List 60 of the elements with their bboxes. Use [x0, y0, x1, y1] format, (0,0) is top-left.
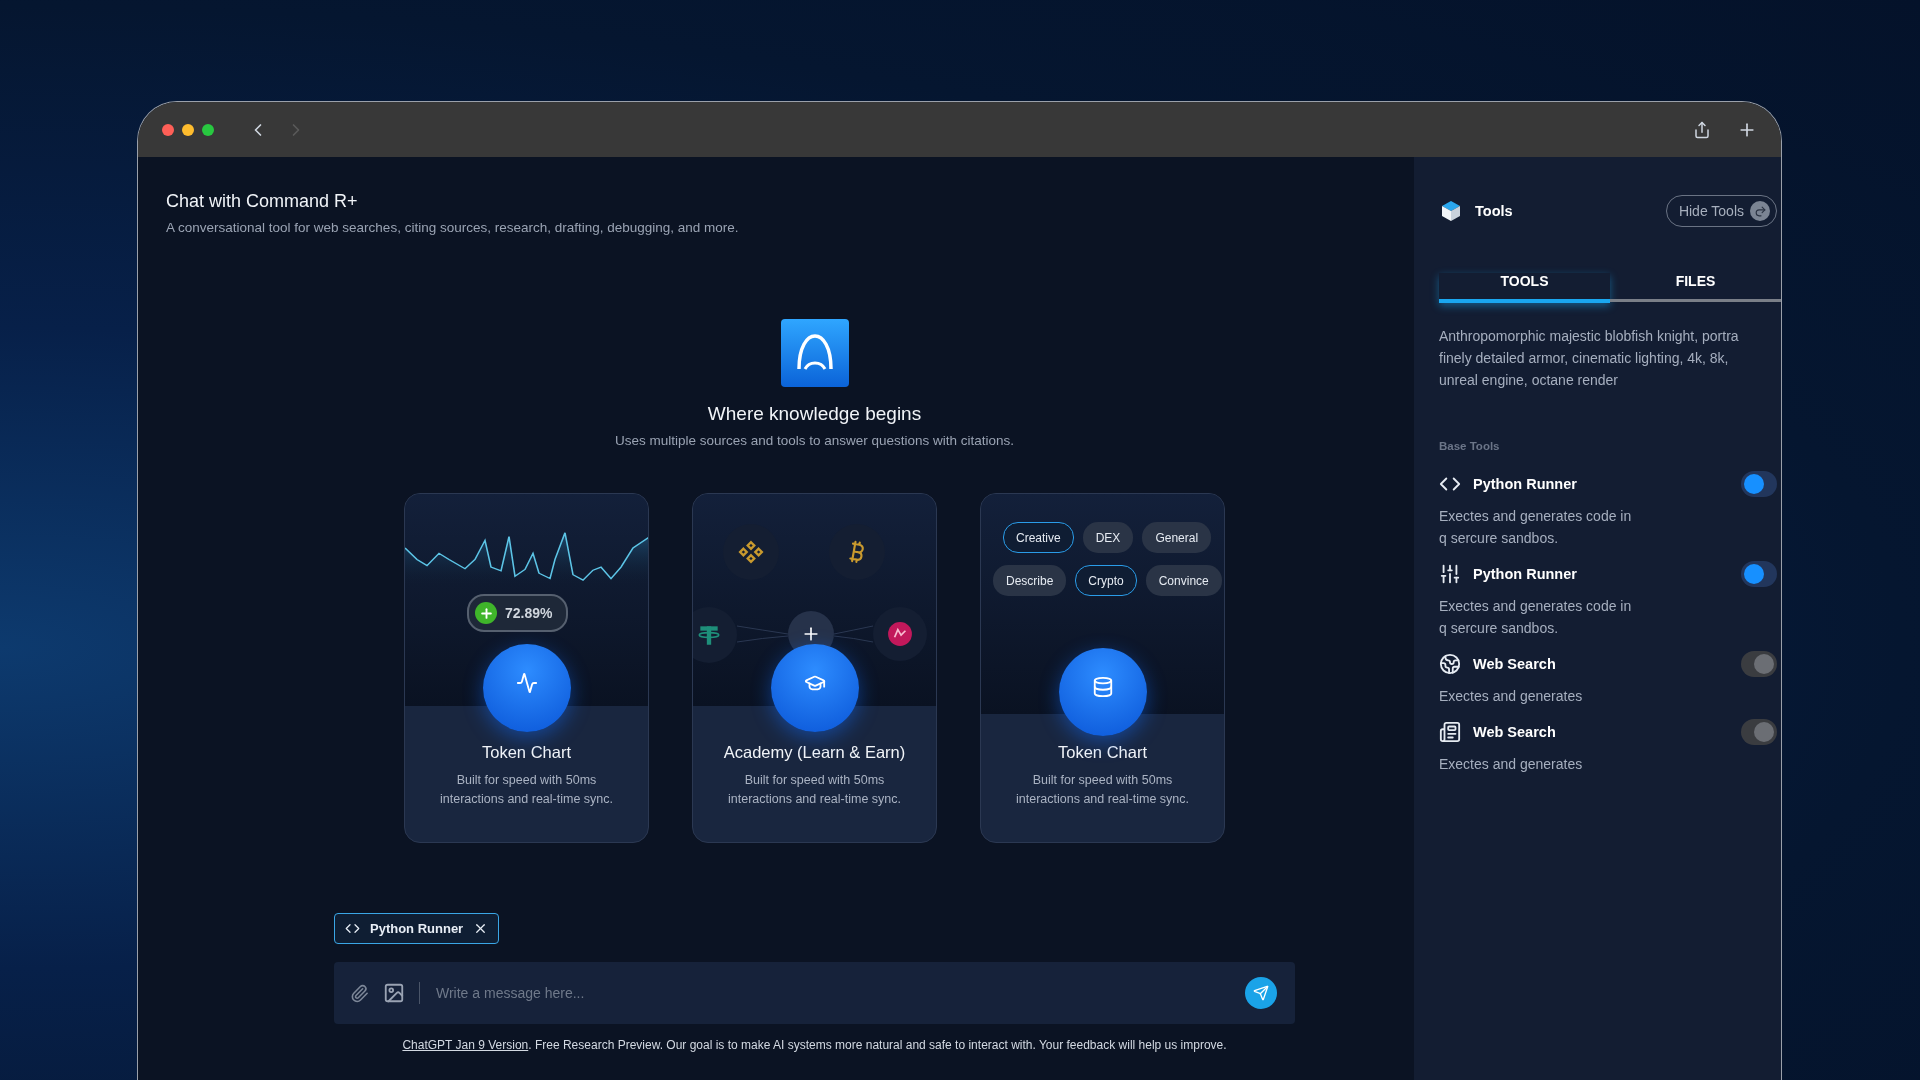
feature-card[interactable]: Creative DEX General Describe Crypto Convince Token Chart Built for speed with 50ms interactions and real-time sync. — [980, 493, 1225, 843]
tag-chip[interactable]: Creative — [1003, 522, 1074, 553]
page-title: Chat with Command R+ — [166, 191, 359, 212]
close-button[interactable] — [162, 123, 174, 136]
share-icon[interactable] — [1693, 120, 1711, 139]
paperclip-icon[interactable] — [350, 983, 369, 1003]
card-description: Built for speed with 50ms interactions and real-time sync. — [1015, 772, 1190, 808]
send-button[interactable] — [1245, 977, 1277, 1009]
coin-icon — [693, 607, 737, 663]
prompt-text: Anthropomorphic majestic blobfish knight, portra finely detailed armor, cinematic lighting, 4k, 8k, unreal engine, octane render — [1439, 327, 1740, 390]
tool-description: Exectes and generates code in q sercure sandbos. — [1439, 507, 1633, 548]
message-input[interactable]: Write a message here... — [434, 984, 1231, 1002]
feature-card[interactable]: 72.89% Token Chart Built for speed with 50ms interactions and real-time sync. — [404, 493, 649, 843]
tag-chip[interactable]: Describe — [993, 565, 1067, 596]
percentage-value: 72.89% — [505, 605, 553, 621]
tag-chip[interactable]: General — [1142, 522, 1212, 553]
tool-toggle[interactable] — [1741, 561, 1777, 587]
card-title: Token Chart — [1057, 743, 1148, 762]
page-subtitle: A conversational tool for web searches, citing sources, research, drafting, debugging, and more. — [166, 220, 740, 235]
connector-line — [737, 622, 788, 646]
newspaper-icon — [1439, 721, 1461, 743]
connector-line — [834, 622, 873, 646]
send-icon — [1253, 985, 1269, 1001]
zoom-button[interactable] — [202, 123, 214, 136]
plus-icon — [475, 602, 497, 624]
section-label: Base Tools — [1439, 440, 1501, 452]
tool-name: Python Runner — [1473, 476, 1577, 492]
tool-name: Web Search — [1473, 656, 1556, 672]
tool-name: Python Runner — [1473, 566, 1577, 582]
cube-icon — [1439, 199, 1463, 223]
feature-card[interactable]: Academy (Learn & Earn) Built for speed with 50ms interactions and real-time sync. — [692, 493, 937, 843]
footer-note: ChatGPT Jan 9 Version. Free Research Preview. Our goal is to make AI systems more natural and safe to interact with. Your feedback will help us improve. — [402, 1038, 1227, 1052]
tool-description: Exectes and generates — [1439, 755, 1584, 774]
chip-label: Python Runner — [370, 921, 464, 936]
sidebar-title: Tools — [1475, 203, 1513, 219]
tag-chip[interactable]: DEX — [1082, 522, 1134, 553]
tool-name: Web Search — [1473, 724, 1556, 740]
tool-toggle[interactable] — [1741, 471, 1777, 497]
card-title: Token Chart — [481, 743, 572, 762]
tag-chip[interactable]: Convince — [1145, 565, 1222, 596]
minimize-button[interactable] — [182, 123, 194, 136]
tool-toggle[interactable] — [1741, 651, 1777, 677]
sidebar-tab[interactable]: TOOLS — [1439, 273, 1610, 303]
tool-description: Exectes and generates code in q sercure sandbos. — [1439, 597, 1633, 638]
card-description: Built for speed with 50ms interactions and real-time sync. — [439, 772, 614, 808]
globe-icon — [1439, 653, 1461, 675]
card-description: Built for speed with 50ms interactions and real-time sync. — [727, 772, 902, 808]
tool-toggle[interactable] — [1741, 719, 1777, 745]
sidebar-tab[interactable]: FILES — [1610, 273, 1781, 302]
attachment-chip[interactable]: Python Runner — [334, 913, 500, 944]
hero-title: Where knowledge begins — [707, 403, 922, 425]
card-title: Academy (Learn & Earn) — [722, 743, 907, 762]
redo-icon — [1750, 201, 1770, 221]
image-icon[interactable] — [383, 982, 405, 1004]
code-icon — [345, 921, 360, 936]
app-logo — [780, 319, 849, 387]
tag-chip[interactable]: Crypto — [1075, 565, 1137, 596]
hero-subtitle: Uses multiple sources and tools to answer questions with citations. — [614, 433, 1015, 448]
sliders-icon — [1439, 563, 1461, 585]
tool-description: Exectes and generates — [1439, 687, 1584, 706]
